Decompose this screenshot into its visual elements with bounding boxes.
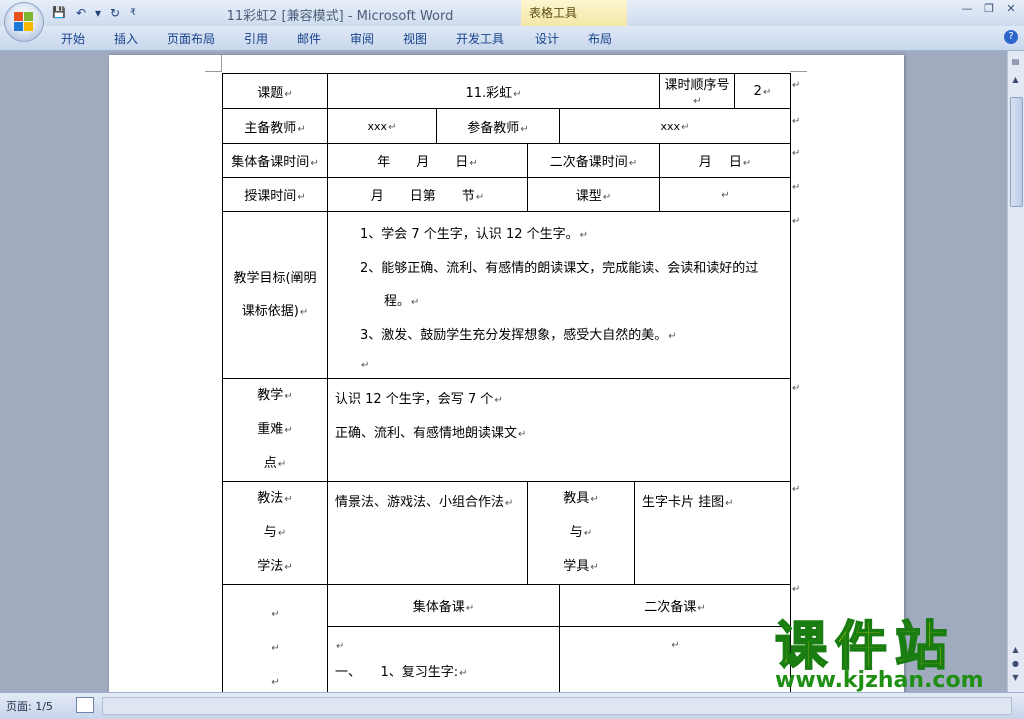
table-cell[interactable]: 二次备课↵ — [559, 584, 791, 627]
restore-button[interactable]: ❐ — [982, 2, 996, 15]
table-cell[interactable]: ↵ ↵ ↵ — [222, 584, 328, 701]
office-logo-icon — [14, 12, 34, 32]
table-cell[interactable]: 集体备课↵ — [327, 584, 560, 627]
tab-review[interactable]: 审阅 — [350, 30, 374, 47]
window-controls: — ❐ ✕ — [960, 2, 1018, 15]
margin-mark — [790, 71, 807, 73]
row-end-mark: ↵ — [792, 182, 801, 193]
proofing-icon[interactable] — [76, 697, 94, 713]
margin-mark — [221, 55, 223, 72]
tab-view[interactable]: 视图 — [403, 30, 427, 47]
table-row: ↵ ↵ ↵ 集体备课↵ 二次备课↵ — [222, 584, 791, 701]
prev-page-icon[interactable]: ▲ — [1009, 643, 1022, 656]
table-cell[interactable]: 教学↵ 重难↵ 点↵ — [222, 378, 328, 482]
table-cell[interactable]: 11.彩虹↵ — [327, 73, 660, 109]
table-row: 授课时间↵ 月 日第 节↵ 课型↵ ↵ — [222, 177, 791, 212]
table-cell[interactable]: 年 月 日↵ — [327, 143, 528, 178]
table-row: 教学目标(阐明 课标依据)↵ 1、学会 7 个生字，认识 12 个生字。↵ 2、… — [222, 211, 791, 379]
table-cell[interactable]: 1、学会 7 个生字，认识 12 个生字。↵ 2、能够正确、流利、有感情的朗读课… — [327, 211, 791, 379]
next-page-icon[interactable]: ▼ — [1009, 671, 1022, 684]
tab-references[interactable]: 引用 — [244, 30, 268, 47]
lesson-plan-table: 课题↵ 11.彩虹↵ 课时顺序号↵ 2↵ 主备教师↵ xxx↵ 参备教师↵ xx… — [222, 73, 791, 701]
row-end-mark: ↵ — [792, 216, 801, 227]
table-cell[interactable]: ↵ — [659, 177, 791, 212]
tab-mailings[interactable]: 邮件 — [297, 30, 321, 47]
table-row: 课题↵ 11.彩虹↵ 课时顺序号↵ 2↵ — [222, 73, 791, 109]
tab-home[interactable]: 开始 — [61, 30, 85, 47]
horizontal-scrollbar[interactable] — [102, 697, 1012, 715]
table-cell[interactable]: 集体备课时间↵ — [222, 143, 328, 178]
vertical-scrollbar[interactable]: ▤ ▲ ▲ ● ▼ — [1007, 51, 1024, 692]
table-cell[interactable]: 认识 12 个生字，会写 7 个↵ 正确、流利、有感情地朗读课文↵ — [327, 378, 791, 482]
site-watermark: 课件站 www.kjzhan.com — [774, 617, 1005, 693]
table-cell[interactable]: xxx↵ — [559, 108, 791, 144]
tab-insert[interactable]: 插入 — [114, 30, 138, 47]
table-cell[interactable]: 授课时间↵ — [222, 177, 328, 212]
scroll-up-icon[interactable]: ▲ — [1009, 73, 1022, 86]
row-end-mark: ↵ — [792, 584, 801, 595]
table-row: 教学↵ 重难↵ 点↵ 认识 12 个生字，会写 7 个↵ 正确、流利、有感情地朗… — [222, 378, 791, 482]
watermark-url: www.kjzhan.com — [775, 668, 984, 693]
table-cell[interactable]: xxx↵ — [327, 108, 437, 144]
tab-page-layout[interactable]: 页面布局 — [167, 30, 215, 47]
table-cell[interactable]: 参备教师↵ — [436, 108, 560, 144]
ribbon-tab-bar: 开始 插入 页面布局 引用 邮件 审阅 视图 开发工具 设计 布局 ? — [0, 26, 1024, 51]
margin-mark — [205, 71, 222, 73]
minimize-button[interactable]: — — [960, 2, 974, 15]
ruler-toggle-icon[interactable]: ▤ — [1009, 55, 1022, 68]
table-tools-context-group: 表格工具 — [521, 0, 627, 26]
table-cell[interactable]: 课题↵ — [222, 73, 328, 109]
row-end-mark: ↵ — [792, 80, 801, 91]
status-bar: 页面: 1/5 — [0, 692, 1024, 719]
table-row: 教法↵ 与↵ 学法↵ 情景法、游戏法、小组合作法↵ 教具↵ 与↵ 学具↵ 生字卡… — [222, 481, 791, 585]
table-cell[interactable]: 月 日↵ — [659, 143, 791, 178]
row-end-mark: ↵ — [792, 148, 801, 159]
table-cell[interactable]: 2↵ — [734, 73, 791, 109]
scrollbar-thumb[interactable] — [1010, 97, 1023, 207]
row-end-mark: ↵ — [792, 383, 801, 394]
title-bar: 💾 ↶ ▾ ↻ ₹ 11彩虹2 [兼容模式] - Microsoft Word … — [0, 0, 1024, 26]
page-indicator[interactable]: 页面: 1/5 — [6, 698, 53, 714]
tab-design[interactable]: 设计 — [535, 30, 559, 47]
office-button[interactable] — [4, 2, 44, 42]
table-cell[interactable]: 课型↵ — [527, 177, 660, 212]
table-row: 主备教师↵ xxx↵ 参备教师↵ xxx↵ — [222, 108, 791, 144]
help-icon[interactable]: ? — [1004, 30, 1018, 44]
close-button[interactable]: ✕ — [1004, 2, 1018, 15]
row-end-mark: ↵ — [792, 116, 801, 127]
table-cell[interactable]: 教法↵ 与↵ 学法↵ — [222, 481, 328, 585]
table-cell[interactable]: 情景法、游戏法、小组合作法↵ — [327, 481, 528, 585]
tab-layout[interactable]: 布局 — [588, 30, 612, 47]
table-cell[interactable]: 课时顺序号↵ — [659, 73, 735, 109]
table-cell[interactable]: ↵ 一、 1、复习生字:↵ — [327, 626, 560, 701]
table-cell[interactable]: ↵ — [559, 626, 791, 701]
table-cell[interactable]: 二次备课时间↵ — [527, 143, 660, 178]
tab-developer[interactable]: 开发工具 — [456, 30, 504, 47]
table-cell[interactable]: 月 日第 节↵ — [327, 177, 528, 212]
table-row: 集体备课时间↵ 年 月 日↵ 二次备课时间↵ 月 日↵ — [222, 143, 791, 178]
table-cell[interactable]: 主备教师↵ — [222, 108, 328, 144]
table-cell[interactable]: 教学目标(阐明 课标依据)↵ — [222, 211, 328, 379]
table-cell[interactable]: 教具↵ 与↵ 学具↵ — [527, 481, 635, 585]
browse-object-icon[interactable]: ● — [1009, 657, 1022, 670]
row-end-mark: ↵ — [792, 484, 801, 495]
table-cell[interactable]: 生字卡片 挂图↵ — [634, 481, 791, 585]
